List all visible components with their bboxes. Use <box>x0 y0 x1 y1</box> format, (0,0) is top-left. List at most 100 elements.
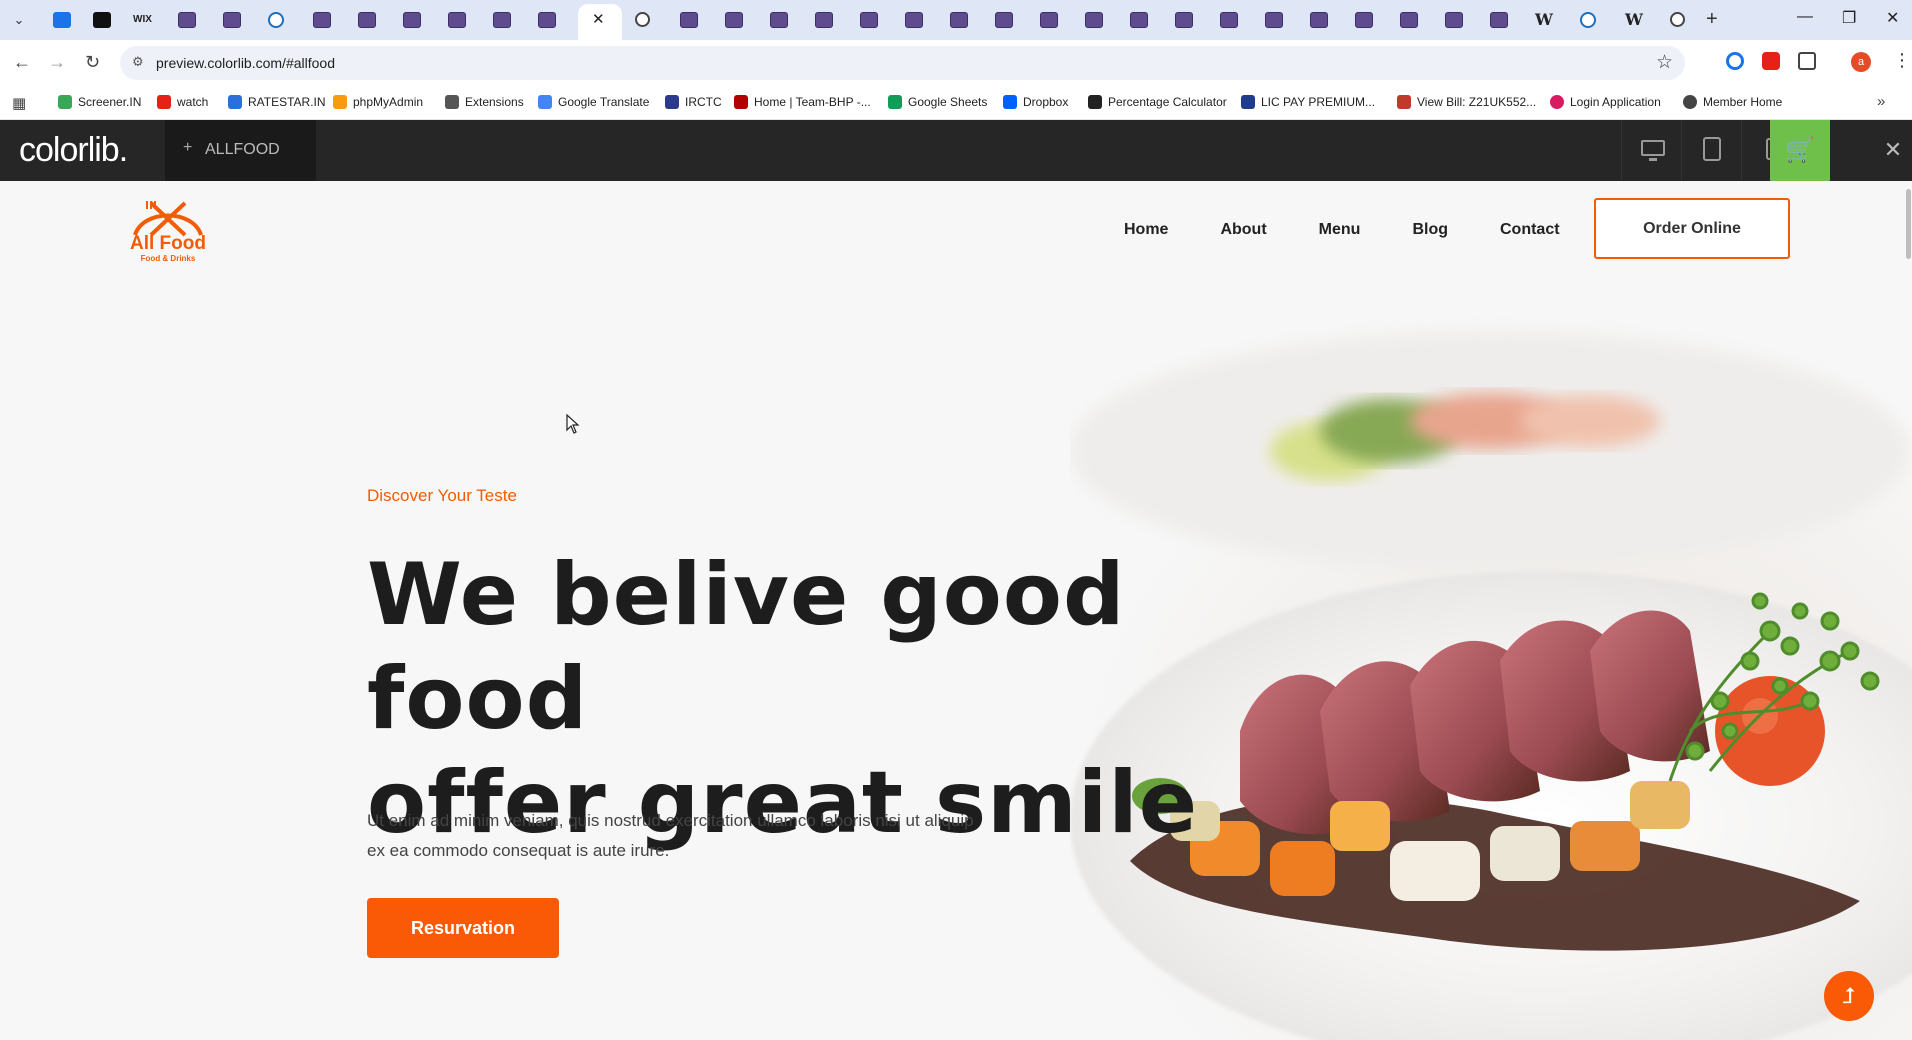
bookmark-item[interactable]: watch <box>157 95 208 109</box>
back-icon[interactable]: ← <box>13 52 31 73</box>
browser-tab[interactable] <box>892 4 936 40</box>
scroll-to-top-button[interactable]: ⮥ <box>1824 971 1874 1021</box>
browser-tab[interactable] <box>480 4 524 40</box>
more-bookmarks-icon[interactable]: » <box>1877 93 1885 110</box>
browser-tab[interactable] <box>1342 4 1386 40</box>
colorlib-favicon-icon <box>770 12 788 28</box>
bookmark-item[interactable]: LIC PAY PREMIUM... <box>1241 95 1375 109</box>
tablet-view-button[interactable] <box>1681 120 1741 181</box>
shield-extension-icon[interactable] <box>1762 52 1780 70</box>
bookmark-item[interactable]: Home | Team-BHP -... <box>734 95 871 109</box>
browser-tab[interactable] <box>40 4 84 40</box>
browser-tab[interactable] <box>255 4 299 40</box>
bookmark-favicon-icon <box>228 95 242 109</box>
bookmark-item[interactable]: Google Sheets <box>888 95 987 109</box>
bookmark-star-icon[interactable]: ☆ <box>1656 51 1673 74</box>
browser-tab[interactable] <box>622 4 666 40</box>
tab-search-icon[interactable]: ⌄ <box>8 9 30 31</box>
extensions-puzzle-icon[interactable] <box>1798 52 1816 70</box>
browser-tab[interactable] <box>712 4 756 40</box>
browser-tab[interactable] <box>165 4 209 40</box>
restore-icon[interactable]: ❐ <box>1842 8 1856 28</box>
website-viewport: All Food Food & Drinks Home About Menu B… <box>0 181 1912 1040</box>
bookmark-item[interactable]: RATESTAR.IN <box>228 95 326 109</box>
bookmark-item[interactable]: phpMyAdmin <box>333 95 423 109</box>
browser-menu-icon[interactable]: ⋮ <box>1893 50 1911 71</box>
desktop-view-button[interactable] <box>1621 120 1681 181</box>
browser-tab[interactable] <box>1477 4 1521 40</box>
url-text[interactable]: preview.colorlib.com/#allfood <box>156 55 335 71</box>
colorlib-favicon-icon <box>1175 12 1193 28</box>
plus-icon: + <box>183 139 193 156</box>
site-info-icon[interactable]: ⚙ <box>132 54 144 70</box>
forward-icon[interactable]: → <box>48 52 66 73</box>
browser-tab[interactable] <box>390 4 434 40</box>
colorlib-favicon-icon <box>950 12 968 28</box>
browser-tab[interactable] <box>300 4 344 40</box>
bookmark-item[interactable]: Extensions <box>445 95 524 109</box>
nav-blog[interactable]: Blog <box>1412 221 1448 239</box>
minimize-icon[interactable]: — <box>1797 8 1813 26</box>
apps-grid-icon[interactable]: ▦ <box>12 94 26 112</box>
close-tab-icon[interactable]: ✕ <box>592 10 605 28</box>
reservation-button[interactable]: Resurvation <box>367 898 559 958</box>
profile-avatar[interactable]: a <box>1851 52 1871 72</box>
bookmark-item[interactable]: Google Translate <box>538 95 649 109</box>
browser-tab[interactable] <box>1252 4 1296 40</box>
browser-tab[interactable] <box>1072 4 1116 40</box>
theme-selector[interactable]: + ALLFOOD <box>165 120 316 181</box>
address-bar[interactable]: ⚙ preview.colorlib.com/#allfood ☆ <box>120 46 1685 80</box>
browser-tab[interactable] <box>435 4 479 40</box>
bookmark-label: Google Translate <box>558 95 650 109</box>
browser-tab[interactable]: WIX <box>120 4 164 40</box>
nav-contact[interactable]: Contact <box>1500 221 1560 239</box>
browser-tab[interactable] <box>937 4 981 40</box>
browser-tab[interactable] <box>210 4 254 40</box>
bookmark-label: Home | Team-BHP -... <box>754 95 871 109</box>
nav-menu[interactable]: Menu <box>1319 221 1361 239</box>
browser-tab[interactable] <box>1162 4 1206 40</box>
browser-tab[interactable] <box>802 4 846 40</box>
browser-tab[interactable] <box>1117 4 1161 40</box>
browser-tab[interactable] <box>525 4 569 40</box>
nav-about[interactable]: About <box>1220 221 1266 239</box>
tab-favicon-icon <box>268 12 284 28</box>
browser-tab[interactable] <box>345 4 389 40</box>
order-online-button[interactable]: Order Online <box>1594 198 1790 259</box>
bookmark-item[interactable]: Dropbox <box>1003 95 1068 109</box>
browser-tab[interactable] <box>667 4 711 40</box>
bookmark-item[interactable]: Login Application <box>1550 95 1661 109</box>
browser-tab[interactable] <box>1432 4 1476 40</box>
bookmark-item[interactable]: IRCTC <box>665 95 722 109</box>
browser-tab[interactable] <box>982 4 1026 40</box>
colorlib-favicon-icon <box>178 12 196 28</box>
new-tab-icon[interactable]: + <box>1706 8 1718 31</box>
browser-tab[interactable] <box>847 4 891 40</box>
allfood-logo[interactable]: All Food Food & Drinks <box>113 199 223 269</box>
bookmark-item[interactable]: Member Home <box>1683 95 1782 109</box>
browser-tab[interactable] <box>757 4 801 40</box>
close-preview-icon[interactable]: ✕ <box>1873 120 1912 181</box>
browser-tab[interactable] <box>1387 4 1431 40</box>
nav-home[interactable]: Home <box>1124 221 1168 239</box>
browser-tab[interactable] <box>80 4 124 40</box>
browser-tab[interactable] <box>1297 4 1341 40</box>
browser-tab[interactable] <box>1657 4 1701 40</box>
window-close-icon[interactable]: ✕ <box>1886 8 1899 28</box>
colorlib-logo[interactable]: colorlib. <box>19 131 128 170</box>
active-browser-tab[interactable]: ✕ <box>578 4 622 40</box>
page-scrollbar[interactable] <box>1906 189 1911 259</box>
cart-button[interactable]: 🛒 <box>1770 120 1830 181</box>
fork-knife-icon <box>133 201 203 237</box>
reload-icon[interactable]: ↻ <box>85 52 100 73</box>
wikipedia-icon: W <box>1625 10 1643 29</box>
browser-tab[interactable]: W <box>1522 4 1566 40</box>
browser-tab[interactable] <box>1027 4 1071 40</box>
bookmark-item[interactable]: Screener.IN <box>58 95 141 109</box>
bookmark-item[interactable]: Percentage Calculator <box>1088 95 1227 109</box>
extension-icon[interactable] <box>1726 52 1744 70</box>
browser-tab[interactable] <box>1567 4 1611 40</box>
browser-tab[interactable]: W <box>1612 4 1656 40</box>
browser-tab[interactable] <box>1207 4 1251 40</box>
bookmark-item[interactable]: View Bill: Z21UK552... <box>1397 95 1536 109</box>
